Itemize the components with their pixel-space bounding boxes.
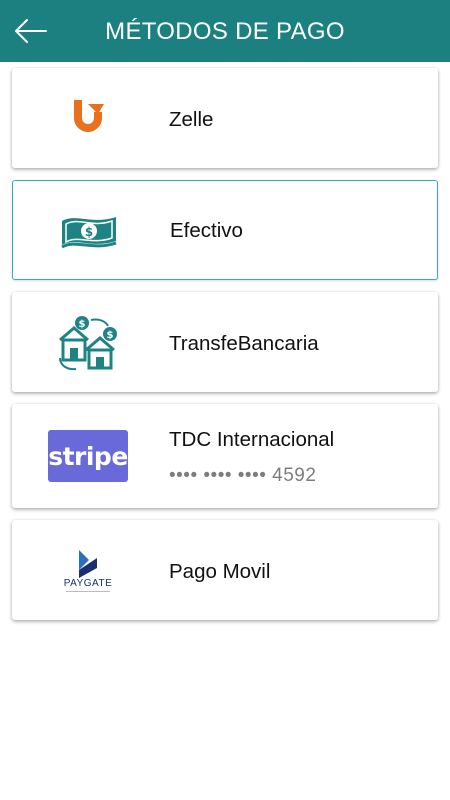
card-number-masked: •••• •••• •••• 4592 [169,465,317,486]
zelle-icon [48,94,128,142]
svg-text:$: $ [107,330,114,341]
page-title: MÉTODOS DE PAGO [105,18,345,45]
payment-method-label: Pago Movil [169,560,271,583]
svg-text:$: $ [79,319,86,330]
paygate-icon: PAYGATE [48,542,128,598]
payment-method-label: Efectivo [170,219,243,242]
paygate-logo-text: PAYGATE [63,578,113,589]
stripe-icon: stripe [48,430,128,482]
payment-method-pago-movil[interactable]: PAYGATE Pago Movil [12,520,438,620]
bank-transfer-icon: $ $ [48,314,128,372]
payment-method-label: TDC Internacional [169,428,335,451]
svg-text:$: $ [85,225,93,239]
payment-methods-list: Zelle $ Efectivo $ $ TransfeBancaria str… [0,62,450,620]
payment-method-tdc-internacional[interactable]: stripe TDC Internacional •••• •••• •••• … [12,404,438,508]
payment-method-label: Zelle [169,108,214,131]
payment-method-efectivo[interactable]: $ Efectivo [12,180,438,280]
payment-method-zelle[interactable]: Zelle [12,68,438,168]
payment-method-transferencia[interactable]: $ $ TransfeBancaria [12,292,438,392]
app-bar: MÉTODOS DE PAGO [0,0,450,62]
payment-method-label: TransfeBancaria [169,332,319,355]
stripe-logo-text: stripe [48,441,128,471]
cash-icon: $ [49,207,129,255]
